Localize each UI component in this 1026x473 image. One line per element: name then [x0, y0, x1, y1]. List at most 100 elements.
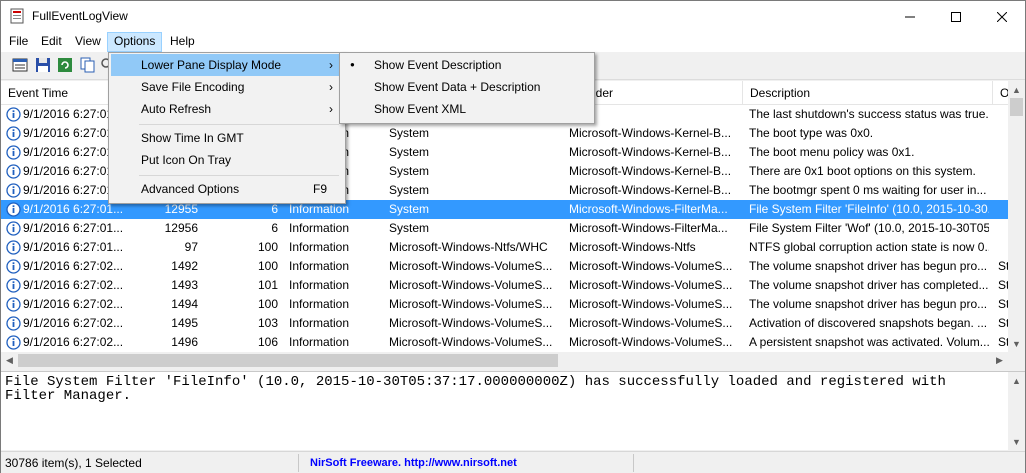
vertical-scrollbar[interactable]: ▲ ▼: [1008, 81, 1025, 352]
refresh-icon[interactable]: [57, 57, 73, 73]
app-icon: [10, 8, 24, 24]
table-cell-time: 9/1/2016 6:27:01...: [23, 221, 124, 235]
menu-help[interactable]: Help: [164, 32, 201, 52]
table-cell-id: 1492: [171, 259, 198, 273]
info-icon: [6, 145, 21, 160]
table-cell-desc: A persistent snapshot was activated. Vol…: [749, 335, 989, 349]
lower-pane[interactable]: File System Filter 'FileInfo' (10.0, 201…: [1, 371, 1025, 450]
table-cell-level: Information: [289, 278, 350, 292]
table-row[interactable]: 9/1/2016 6:27:02... 1494 100 Information Mic…: [1, 295, 1009, 314]
horizontal-scrollbar[interactable]: ◀ ▶: [1, 352, 1008, 369]
close-icon: [997, 11, 1007, 22]
table-cell-channel: Microsoft-Windows-Ntfs/WHC: [389, 240, 548, 254]
nirsoft-link[interactable]: NirSoft Freeware. http://www.nirsoft.net: [304, 454, 634, 472]
copy-icon[interactable]: [80, 57, 96, 73]
table-cell-level: Information: [289, 297, 350, 311]
table-cell-level: Information: [289, 316, 350, 330]
table-cell-provider: Microsoft-Windows-VolumeS...: [569, 259, 733, 273]
table-row[interactable]: 9/1/2016 6:27:01... 97 100 Information Micro…: [1, 238, 1008, 257]
table-cell-id: 1495: [171, 316, 198, 330]
menu-options[interactable]: Options: [107, 32, 163, 52]
maximize-icon: [951, 11, 961, 22]
table-cell-id: 1496: [171, 335, 198, 349]
menu-item-show-time-in-gmt[interactable]: Show Time In GMT: [111, 127, 343, 149]
menu-item-lower-pane-display-mode[interactable]: Lower Pane Display Mode ›: [111, 54, 343, 76]
submenu-item-show-event-description[interactable]: ● Show Event Description: [342, 54, 592, 76]
menu-edit[interactable]: Edit: [35, 32, 68, 52]
table-cell-channel: Microsoft-Windows-VolumeS...: [389, 335, 553, 349]
menu-item-auto-refresh[interactable]: Auto Refresh ›: [111, 98, 343, 120]
table-cell-level-num: 100: [257, 259, 278, 273]
table-cell-channel: System: [389, 183, 430, 197]
table-row[interactable]: 9/1/2016 6:27:02... 1496 106 Information Mic…: [1, 333, 1009, 352]
info-icon: [6, 126, 21, 141]
table-cell-desc: File System Filter 'Wof' (10.0, 2015-10-…: [749, 221, 989, 235]
lower-scroll-down-icon[interactable]: ▼: [1008, 433, 1025, 450]
table-cell-desc: NTFS global corruption action state is n…: [749, 240, 989, 254]
table-cell-time: 9/1/2016 6:27:02...: [23, 278, 124, 292]
table-cell-level-num: 101: [257, 278, 278, 292]
table-cell-time: 9/1/2016 6:27:02...: [23, 316, 124, 330]
table-cell-level-num: 103: [257, 316, 278, 330]
menu-separator: [139, 175, 339, 176]
table-row[interactable]: 9/1/2016 6:27:01... 12956 6 Information Syst…: [1, 219, 1008, 238]
table-cell-channel: Microsoft-Windows-VolumeS...: [389, 259, 553, 273]
table-cell-desc: There are 0x1 boot options on this syste…: [749, 164, 976, 178]
table-cell-level: Information: [289, 259, 350, 273]
table-cell-id: 97: [184, 240, 198, 254]
submenu-item-show-event-xml[interactable]: Show Event XML: [342, 98, 592, 120]
table-row[interactable]: 9/1/2016 6:27:02... 1493 101 Information Mic…: [1, 276, 1009, 295]
horizontal-scroll-thumb[interactable]: [18, 354, 558, 367]
menu-item-put-icon-on-tray[interactable]: Put Icon On Tray: [111, 149, 343, 171]
scroll-corner: [1008, 352, 1025, 369]
table-row[interactable]: 9/1/2016 6:27:02... 1495 103 Information Mic…: [1, 314, 1009, 333]
save-icon[interactable]: [35, 57, 51, 73]
lower-scroll-up-icon[interactable]: ▲: [1008, 372, 1025, 389]
table-row[interactable]: 9/1/2016 6:27:02... 1492 100 Information Mic…: [1, 257, 1009, 276]
column-header-o[interactable]: O: [993, 81, 1008, 105]
menu-item-save-file-encoding[interactable]: Save File Encoding ›: [111, 76, 343, 98]
submenu-arrow-icon: ›: [329, 80, 333, 94]
window-title: FullEventLogView: [32, 9, 128, 23]
vertical-scroll-thumb[interactable]: [1010, 98, 1023, 116]
scroll-up-icon[interactable]: ▲: [1008, 81, 1025, 98]
menu-file[interactable]: File: [3, 32, 34, 52]
table-cell-channel: Microsoft-Windows-VolumeS...: [389, 297, 553, 311]
lower-pane-scrollbar[interactable]: ▲ ▼: [1008, 372, 1025, 450]
table-cell-time: 9/1/2016 6:27:01...: [23, 240, 124, 254]
properties-icon[interactable]: [12, 57, 28, 73]
table-cell-provider: Microsoft-Windows-Kernel-B...: [569, 183, 732, 197]
table-cell-provider: Microsoft-Windows-Kernel-B...: [569, 164, 732, 178]
menu-item-advanced-options[interactable]: Advanced Options F9: [111, 178, 343, 200]
status-bar: 30786 item(s), 1 Selected NirSoft Freewa…: [1, 451, 1025, 473]
table-cell-channel: System: [389, 221, 430, 235]
menu-view[interactable]: View: [69, 32, 107, 52]
menu-bar: File Edit View Options Help: [1, 32, 1025, 52]
submenu-arrow-icon: ›: [329, 58, 333, 72]
submenu-item-show-event-data-description[interactable]: Show Event Data + Description: [342, 76, 592, 98]
close-button[interactable]: [979, 1, 1025, 32]
table-cell-level: Information: [289, 221, 350, 235]
info-icon: [6, 259, 21, 274]
info-icon: [6, 278, 21, 293]
table-cell-desc: The last shutdown's success status was t…: [749, 107, 989, 121]
maximize-button[interactable]: [933, 1, 979, 32]
table-cell-desc: Activation of discovered snapshots began…: [749, 316, 988, 330]
column-header-description[interactable]: Description: [743, 81, 993, 105]
info-icon: [6, 202, 21, 217]
table-cell-level-num: 100: [257, 240, 278, 254]
info-icon: [6, 221, 21, 236]
menu-separator: [139, 124, 339, 125]
minimize-button[interactable]: [887, 1, 933, 32]
table-cell-provider: Microsoft-Windows-VolumeS...: [569, 335, 733, 349]
scroll-left-icon[interactable]: ◀: [1, 352, 18, 369]
table-cell-time: 9/1/2016 6:27:02...: [23, 297, 124, 311]
table-cell-provider: Microsoft-Windows-Ntfs: [569, 240, 696, 254]
info-icon: [6, 164, 21, 179]
scroll-down-icon[interactable]: ▼: [1008, 335, 1025, 352]
table-cell-channel: System: [389, 164, 430, 178]
scroll-right-icon[interactable]: ▶: [991, 352, 1008, 369]
table-cell-channel: System: [389, 145, 430, 159]
table-cell-provider: Microsoft-Windows-VolumeS...: [569, 316, 733, 330]
options-menu: Lower Pane Display Mode › Save File Enco…: [108, 52, 346, 204]
